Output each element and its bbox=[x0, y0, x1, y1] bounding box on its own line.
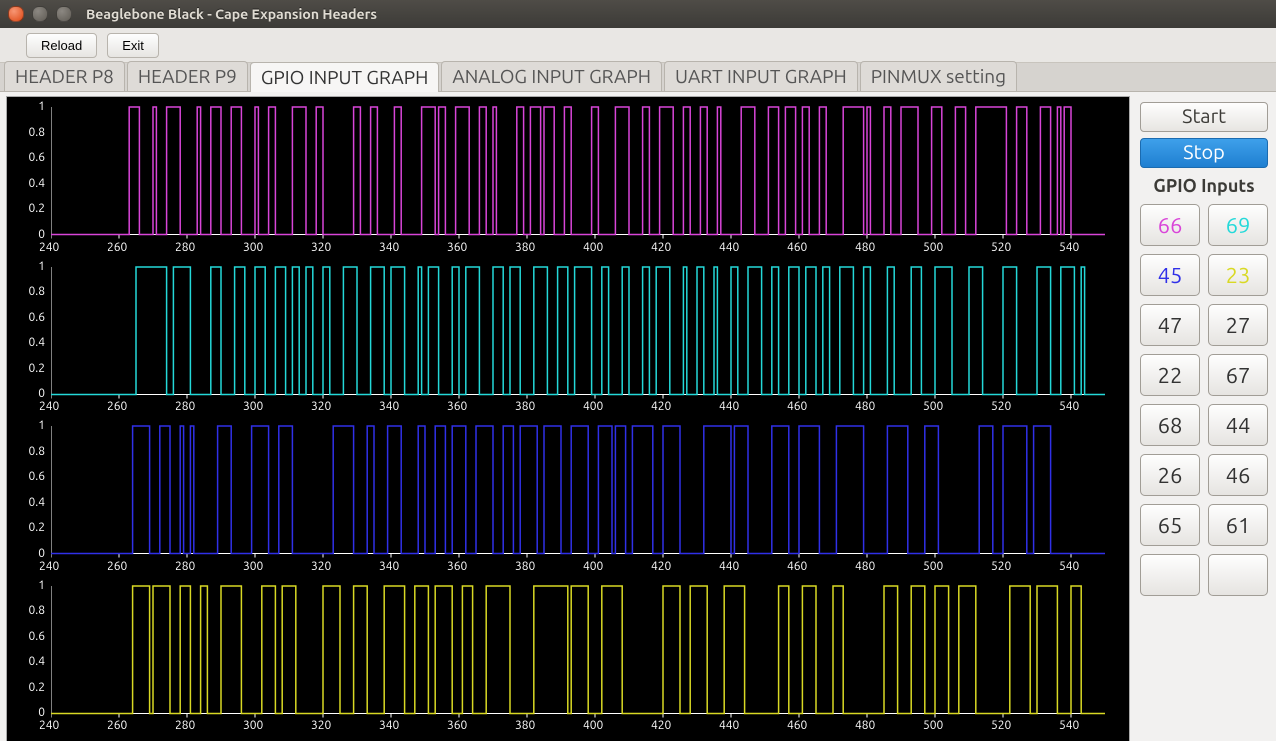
gpio-button-46[interactable]: 46 bbox=[1208, 454, 1268, 496]
exit-button[interactable]: Exit bbox=[107, 33, 159, 58]
gpio-inputs-title: GPIO Inputs bbox=[1153, 176, 1254, 196]
gpio-button-61[interactable]: 61 bbox=[1208, 504, 1268, 546]
stop-button[interactable]: Stop bbox=[1140, 138, 1268, 168]
gpio-button-47[interactable]: 47 bbox=[1140, 304, 1200, 346]
gpio-button-26[interactable]: 26 bbox=[1140, 454, 1200, 496]
gpio-button-45[interactable]: 45 bbox=[1140, 254, 1200, 296]
tab-header-p9[interactable]: HEADER P9 bbox=[127, 61, 248, 91]
gpio-grid: 6669452347272267684426466561 bbox=[1140, 204, 1268, 596]
maximize-icon[interactable] bbox=[56, 6, 72, 22]
plot-panel: 00.20.40.60.8124026028030032034036038040… bbox=[6, 96, 1130, 741]
toolbar: Reload Exit bbox=[0, 28, 1276, 63]
gpio-button-empty[interactable] bbox=[1140, 554, 1200, 596]
gpio-button-66[interactable]: 66 bbox=[1140, 204, 1200, 246]
reload-button[interactable]: Reload bbox=[26, 33, 97, 58]
close-icon[interactable] bbox=[8, 6, 24, 22]
gpio-button-22[interactable]: 22 bbox=[1140, 354, 1200, 396]
tab-analog-input-graph[interactable]: ANALOG INPUT GRAPH bbox=[441, 61, 662, 91]
tab-pinmux-setting[interactable]: PINMUX setting bbox=[860, 61, 1017, 91]
side-panel: Start Stop GPIO Inputs 66694523472722676… bbox=[1138, 96, 1270, 741]
gpio-button-67[interactable]: 67 bbox=[1208, 354, 1268, 396]
gpio-button-69[interactable]: 69 bbox=[1208, 204, 1268, 246]
start-button[interactable]: Start bbox=[1140, 102, 1268, 132]
gpio-button-23[interactable]: 23 bbox=[1208, 254, 1268, 296]
gpio-button-68[interactable]: 68 bbox=[1140, 404, 1200, 446]
gpio-button-65[interactable]: 65 bbox=[1140, 504, 1200, 546]
gpio-button-44[interactable]: 44 bbox=[1208, 404, 1268, 446]
minimize-icon[interactable] bbox=[32, 6, 48, 22]
window-titlebar: Beaglebone Black - Cape Expansion Header… bbox=[0, 0, 1276, 28]
tab-gpio-input-graph[interactable]: GPIO INPUT GRAPH bbox=[250, 62, 440, 92]
chart-gpio-45: 00.20.40.60.8124026028030032034036038040… bbox=[51, 422, 1105, 580]
window-title: Beaglebone Black - Cape Expansion Header… bbox=[86, 6, 377, 22]
chart-gpio-66: 00.20.40.60.8124026028030032034036038040… bbox=[51, 103, 1105, 261]
gpio-button-empty[interactable] bbox=[1208, 554, 1268, 596]
chart-gpio-69: 00.20.40.60.8124026028030032034036038040… bbox=[51, 263, 1105, 421]
tab-uart-input-graph[interactable]: UART INPUT GRAPH bbox=[664, 61, 858, 91]
tab-strip: HEADER P8HEADER P9GPIO INPUT GRAPHANALOG… bbox=[0, 63, 1276, 92]
gpio-button-27[interactable]: 27 bbox=[1208, 304, 1268, 346]
chart-gpio-23: 00.20.40.60.8124026028030032034036038040… bbox=[51, 582, 1105, 740]
tab-header-p8[interactable]: HEADER P8 bbox=[4, 61, 125, 91]
